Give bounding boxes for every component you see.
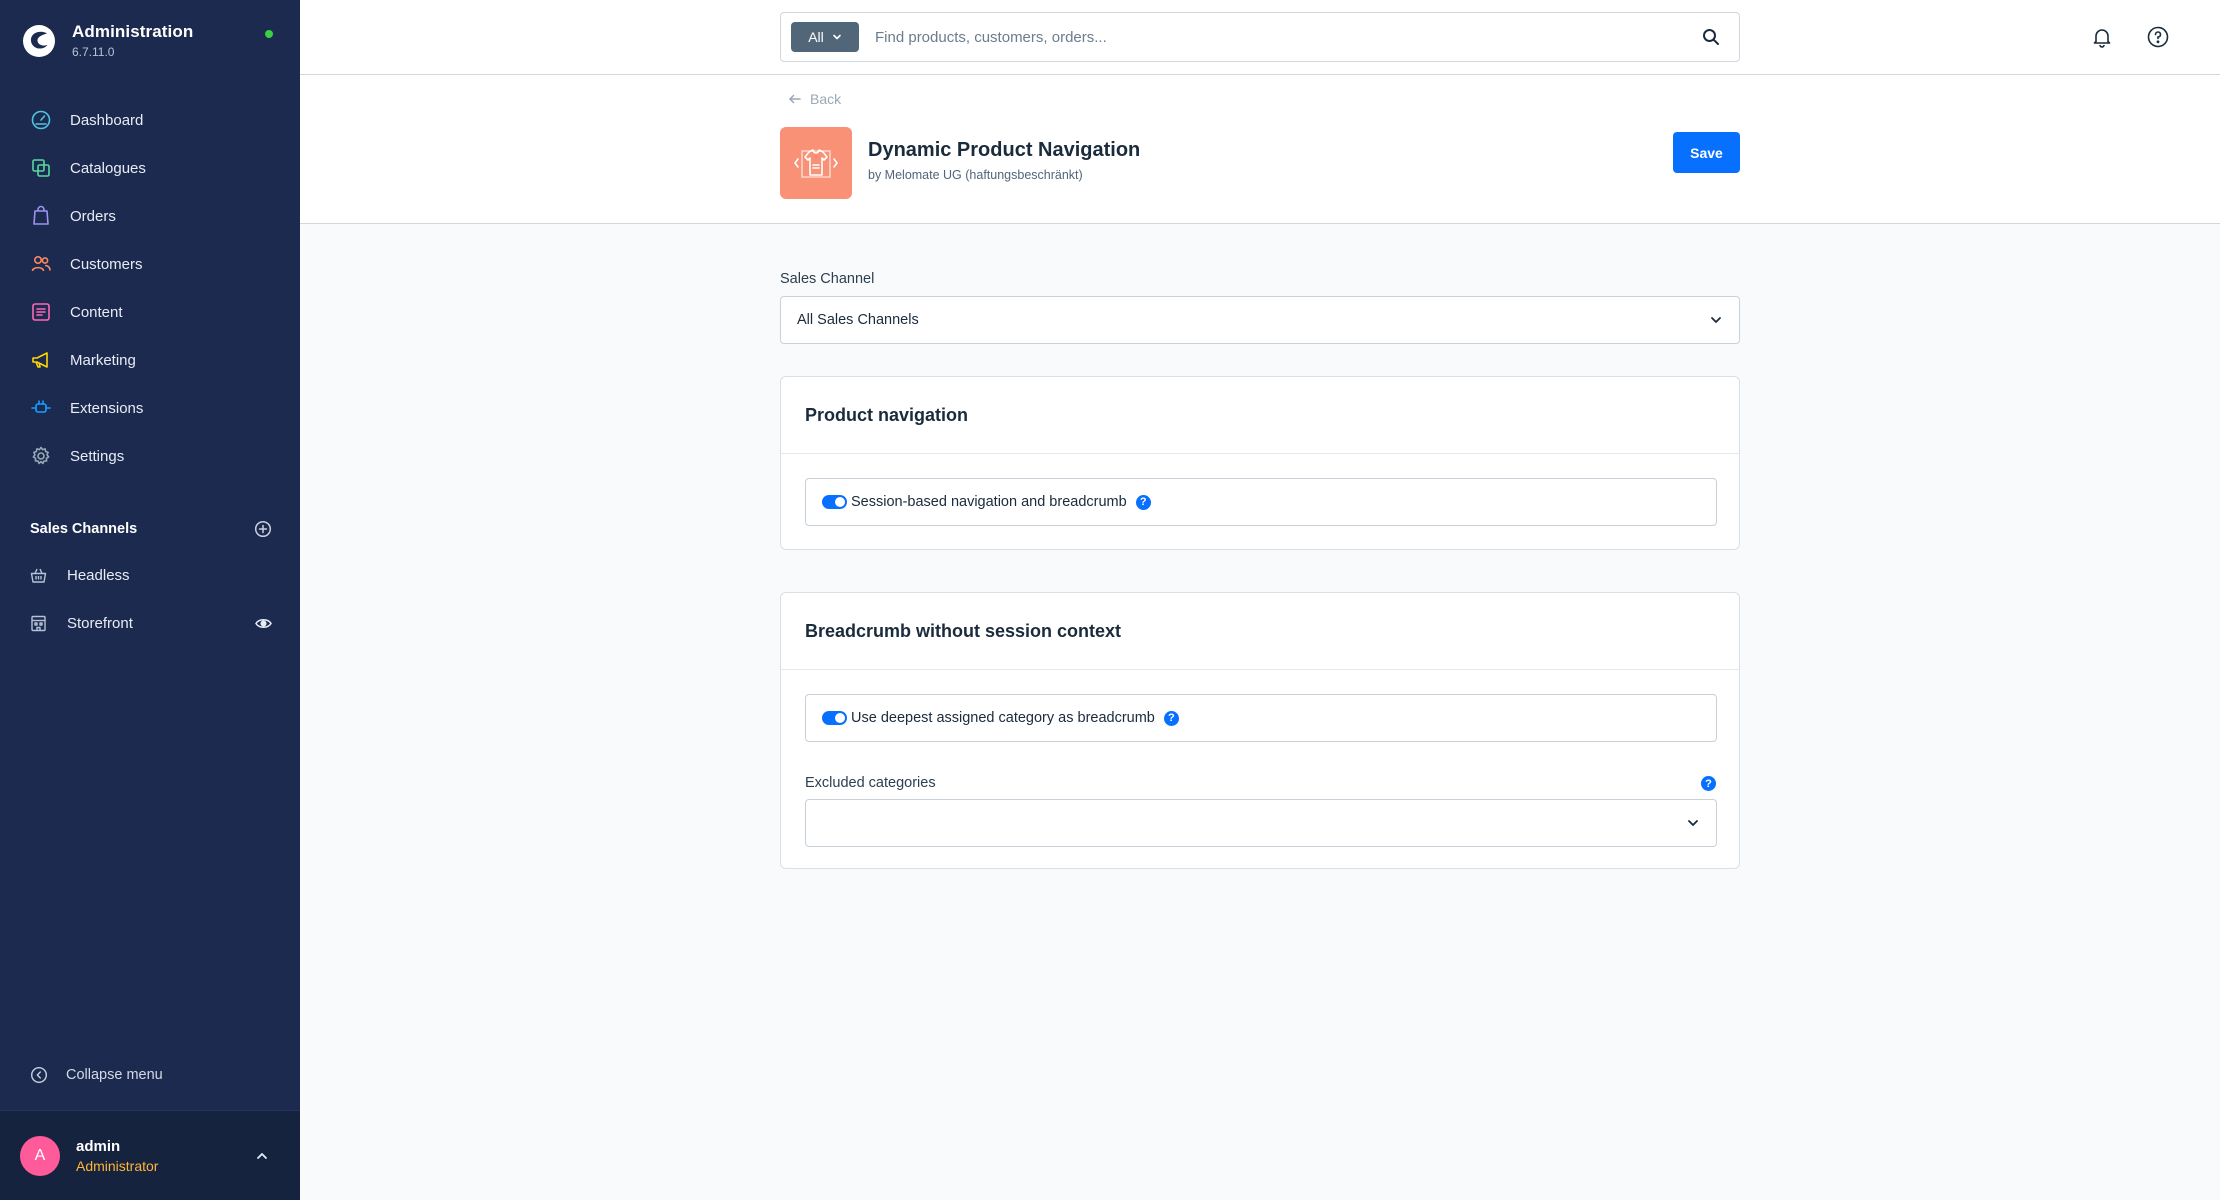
search-input[interactable] — [875, 17, 1701, 57]
nav-item-content[interactable]: Content — [0, 288, 300, 336]
session-navigation-label: Session-based navigation and breadcrumb — [851, 494, 1127, 510]
nav-item-customers[interactable]: Customers — [0, 240, 300, 288]
nav-label-orders: Orders — [70, 207, 116, 225]
sales-channels-title: Sales Channels — [30, 521, 138, 537]
search-type-selector[interactable]: All — [791, 22, 859, 52]
user-menu[interactable]: A admin Administrator — [0, 1110, 300, 1200]
nav-item-extensions[interactable]: Extensions — [0, 384, 300, 432]
app-title: Administration — [72, 22, 194, 41]
help-tooltip-icon[interactable]: ? — [1163, 710, 1179, 726]
nav-label-customers: Customers — [70, 255, 143, 273]
collapse-menu-label: Collapse menu — [66, 1067, 163, 1083]
session-navigation-toggle[interactable] — [822, 495, 847, 509]
catalogue-icon — [32, 159, 50, 177]
nav-label-content: Content — [70, 303, 123, 321]
top-bar: All — [300, 0, 2220, 75]
nav-item-marketing[interactable]: Marketing — [0, 336, 300, 384]
storefront-icon — [31, 615, 46, 631]
nav-label-extensions: Extensions — [70, 399, 144, 417]
chevron-down-icon — [832, 34, 841, 40]
shirt-navigation-icon — [794, 149, 838, 178]
help-tooltip-icon[interactable]: ? — [1135, 494, 1151, 510]
user-name: admin — [76, 1137, 121, 1155]
content-list-icon — [32, 303, 50, 321]
back-label: Back — [810, 91, 842, 107]
eye-icon[interactable] — [255, 615, 272, 632]
chevron-down-icon — [1688, 820, 1698, 826]
excluded-categories-select[interactable] — [805, 799, 1717, 847]
user-role: Administrator — [76, 1157, 159, 1174]
status-dot — [265, 30, 273, 38]
page-header: Back Dynamic Product Navigation by Melom… — [300, 75, 2220, 224]
nav-item-settings[interactable]: Settings — [0, 432, 300, 480]
product-navigation-card: Product navigation Session-based navigat… — [780, 376, 1740, 550]
excluded-categories-label: Excluded categories — [805, 775, 936, 791]
sales-channel-label: Sales Channel — [780, 271, 875, 287]
arrow-left-icon — [789, 94, 801, 104]
users-icon — [31, 255, 51, 272]
add-circle-icon[interactable] — [254, 520, 272, 538]
chevron-down-icon — [1711, 317, 1721, 323]
card-title-breadcrumb: Breadcrumb without session context — [805, 620, 1122, 641]
deepest-category-label: Use deepest assigned category as breadcr… — [851, 710, 1155, 726]
nav-item-catalogues[interactable]: Catalogues — [0, 144, 300, 192]
sales-channel-select[interactable]: All Sales Channels — [780, 296, 1740, 344]
search-type-label: All — [808, 29, 824, 45]
sales-channel-list: Headless Storefront — [0, 551, 300, 647]
plugin-icon — [780, 127, 852, 199]
app-version: 6.7.11.0 — [72, 45, 115, 59]
help-icon[interactable] — [2146, 25, 2170, 49]
sales-channel-label-headless: Headless — [67, 566, 130, 584]
session-navigation-switch-field: Session-based navigation and breadcrumb … — [805, 478, 1717, 526]
megaphone-icon — [32, 352, 48, 368]
help-tooltip-icon[interactable]: ? — [1701, 776, 1716, 791]
sales-channel-label-storefront: Storefront — [67, 614, 133, 632]
shopping-bag-icon — [33, 205, 49, 225]
search-icon[interactable] — [1701, 27, 1721, 47]
chevron-up-icon[interactable] — [254, 1148, 270, 1164]
save-button[interactable]: Save — [1673, 132, 1740, 173]
deepest-category-toggle[interactable] — [822, 711, 847, 725]
deepest-category-switch-field: Use deepest assigned category as breadcr… — [805, 694, 1717, 742]
sales-channel-headless[interactable]: Headless — [0, 551, 300, 599]
chevron-left-circle-icon — [30, 1066, 48, 1084]
nav-label-settings: Settings — [70, 447, 125, 465]
breadcrumb-card: Breadcrumb without session context Use d… — [780, 592, 1740, 869]
plugin-title: Dynamic Product Navigation — [868, 139, 1141, 161]
collapse-menu-button[interactable]: Collapse menu — [30, 1066, 163, 1084]
avatar: A — [20, 1135, 60, 1176]
nav-label-catalogues: Catalogues — [70, 159, 146, 177]
gear-icon — [32, 446, 50, 465]
back-link[interactable]: Back — [788, 91, 841, 107]
sales-channels-header: Sales Channels — [30, 520, 272, 538]
main-nav: Dashboard Catalogues Orders Customers Co… — [0, 96, 300, 480]
global-search: All — [780, 12, 1740, 62]
nav-item-dashboard[interactable]: Dashboard — [0, 96, 300, 144]
nav-label-marketing: Marketing — [70, 351, 136, 369]
plugin-author: by Melomate UG (haftungsbeschränkt) — [868, 168, 1083, 182]
nav-label-dashboard: Dashboard — [70, 111, 144, 129]
basket-icon — [30, 568, 47, 583]
nav-item-orders[interactable]: Orders — [0, 192, 300, 240]
card-title-product-navigation: Product navigation — [805, 404, 969, 425]
sales-channel-storefront[interactable]: Storefront — [0, 599, 300, 647]
plug-icon — [31, 400, 51, 413]
sidebar: Administration 6.7.11.0 Dashboard Catalo… — [0, 0, 300, 1200]
brand[interactable]: Administration 6.7.11.0 — [22, 22, 193, 59]
dashboard-gauge-icon — [31, 110, 51, 130]
notification-bell-icon[interactable] — [2091, 26, 2113, 48]
shopware-logo-icon — [23, 24, 55, 57]
sales-channel-value: All Sales Channels — [797, 312, 919, 328]
